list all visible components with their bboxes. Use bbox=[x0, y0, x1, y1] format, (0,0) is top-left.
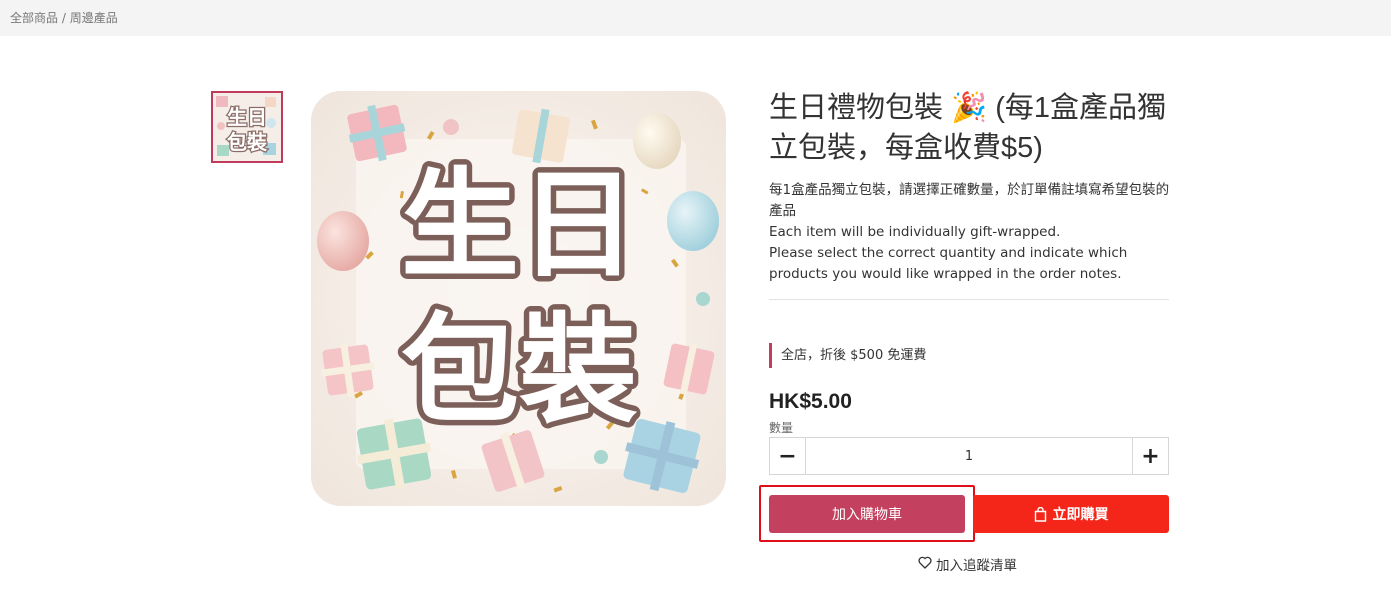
shopping-bag-icon bbox=[1034, 506, 1047, 522]
quantity-increase-button[interactable]: + bbox=[1132, 438, 1168, 474]
quantity-input[interactable] bbox=[807, 438, 1131, 474]
product-description: 每1盒產品獨立包裝，請選擇正確數量，於訂單備註填寫希望包裝的產品 Each it… bbox=[769, 180, 1174, 285]
breadcrumb-category[interactable]: 周邊產品 bbox=[70, 11, 118, 25]
buy-now-button[interactable]: 立即購買 bbox=[973, 495, 1169, 533]
heart-icon bbox=[918, 556, 932, 573]
product-price: HK$5.00 bbox=[769, 390, 852, 413]
add-to-wishlist-link[interactable]: 加入追蹤清單 bbox=[918, 554, 1017, 574]
product-main-image: 生日 包裝 bbox=[311, 91, 726, 506]
description-line-en-1: Each item will be individually gift-wrap… bbox=[769, 224, 1061, 240]
image-title-line2: 包裝 bbox=[401, 301, 638, 439]
breadcrumb-all-products[interactable]: 全部商品 bbox=[10, 11, 58, 25]
quantity-label: 數量 bbox=[769, 421, 794, 435]
svg-text:包裝: 包裝 bbox=[227, 130, 268, 154]
description-line-en-2: Please select the correct quantity and i… bbox=[769, 245, 1128, 282]
quantity-decrease-button[interactable]: − bbox=[770, 438, 806, 474]
svg-text:生日: 生日 bbox=[227, 105, 267, 129]
image-title-line1: 生日 bbox=[401, 156, 637, 294]
gift-wrap-illustration: 生日 包裝 bbox=[311, 91, 726, 506]
product-thumbnail[interactable]: 生日 包裝 bbox=[211, 91, 283, 163]
product-title: 生日禮物包裝 🎉 (每1盒產品獨立包裝，每盒收費$5) bbox=[769, 92, 1167, 164]
add-to-cart-button[interactable]: 加入購物車 bbox=[769, 495, 965, 533]
thumbnail-image: 生日 包裝 bbox=[213, 93, 281, 161]
breadcrumb-bar: 全部商品 / 周邊產品 bbox=[0, 0, 1391, 36]
breadcrumb: 全部商品 / 周邊產品 bbox=[10, 9, 118, 26]
description-line-zh: 每1盒產品獨立包裝，請選擇正確數量，於訂單備註填寫希望包裝的產品 bbox=[769, 182, 1170, 219]
add-to-cart-label: 加入購物車 bbox=[832, 506, 902, 522]
buy-now-label: 立即購買 bbox=[1052, 506, 1109, 522]
divider bbox=[769, 299, 1169, 300]
wishlist-label: 加入追蹤清單 bbox=[936, 558, 1017, 574]
breadcrumb-separator: / bbox=[61, 11, 66, 25]
quantity-stepper: − + bbox=[769, 437, 1169, 475]
promo-banner: 全店，折後 $500 免運費 bbox=[769, 343, 926, 368]
